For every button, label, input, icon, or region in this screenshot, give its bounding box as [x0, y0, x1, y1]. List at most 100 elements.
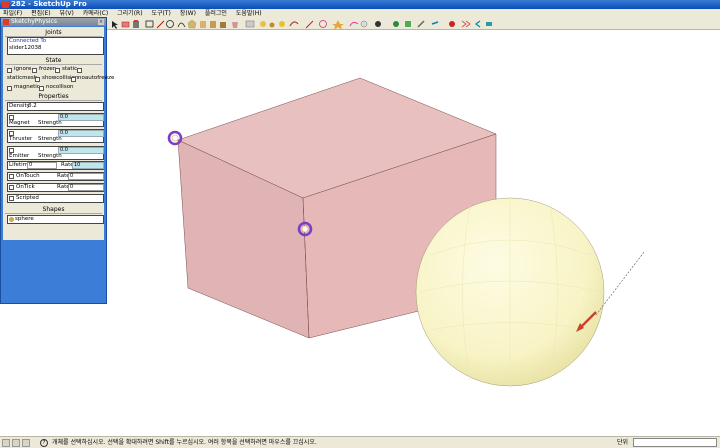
frozen-label: frozen: [39, 66, 57, 72]
density-label: Density: [9, 103, 30, 109]
front-view-icon[interactable]: [461, 20, 471, 28]
pan-icon[interactable]: [375, 21, 381, 27]
static-label: static: [62, 66, 78, 72]
density-row: Density 0.2: [7, 102, 104, 111]
panel-app-icon: [3, 19, 9, 25]
menu-view[interactable]: 뷰(V): [60, 10, 74, 17]
ignore-label: ignore: [14, 66, 32, 72]
menu-plugins[interactable]: 플러그인: [205, 10, 227, 17]
nocollison-label: nocollison: [46, 84, 74, 90]
ontouch-rate-input[interactable]: 0: [68, 173, 104, 180]
ontick-rate-input[interactable]: 0: [68, 184, 104, 191]
offset-icon[interactable]: [269, 22, 275, 28]
iso-view-icon[interactable]: [431, 21, 439, 25]
circle-icon[interactable]: [166, 20, 174, 28]
ontouch-checkbox[interactable]: [9, 174, 14, 179]
ignore-checkbox[interactable]: [7, 68, 12, 73]
static-checkbox[interactable]: [55, 68, 60, 73]
connected-to-value: slider12038: [9, 45, 42, 51]
eraser-icon[interactable]: [121, 21, 130, 28]
joint-ring-icon[interactable]: [167, 130, 183, 146]
arc-icon[interactable]: [177, 22, 186, 28]
panel-title-bar: SketchyPhysics ×: [1, 18, 106, 26]
scene[interactable]: [0, 30, 720, 436]
divider: [5, 64, 102, 65]
freehand-icon[interactable]: [200, 21, 206, 28]
rectangle-icon[interactable]: [145, 20, 154, 28]
orbit-icon[interactable]: [360, 20, 368, 28]
zoom-window-icon[interactable]: [405, 21, 411, 27]
axes-icon[interactable]: [332, 20, 344, 30]
sketchup-app-icon: [2, 1, 9, 8]
status-control-3[interactable]: [22, 439, 30, 447]
move-icon[interactable]: [210, 21, 216, 28]
sphere-component[interactable]: [415, 197, 605, 387]
emitter-strength-input[interactable]: 0.0: [58, 147, 104, 154]
tape-icon[interactable]: [279, 21, 285, 27]
noautofreeze-checkbox[interactable]: [71, 77, 76, 82]
back-view-icon[interactable]: [486, 22, 492, 26]
right-view-icon[interactable]: [475, 20, 481, 28]
staticmesh-label: staticmesh: [7, 75, 38, 81]
thruster-row: Thruster Strength 0.0: [7, 129, 104, 143]
density-input[interactable]: 0.2: [28, 103, 37, 110]
paint-icon[interactable]: [133, 20, 139, 28]
status-control-2[interactable]: [12, 439, 20, 447]
menu-file[interactable]: 파일(F): [3, 10, 22, 17]
top-view-icon[interactable]: [449, 21, 455, 27]
menu-draw[interactable]: 그리기(R): [117, 10, 142, 17]
nocollison-checkbox[interactable]: [39, 86, 44, 91]
emitter-strength-label: Strength: [38, 153, 62, 159]
menu-window[interactable]: 창(W): [180, 10, 196, 17]
showcollision-checkbox[interactable]: [35, 77, 40, 82]
static-extra-checkbox[interactable]: [77, 68, 82, 73]
sphere-shape-icon: [9, 217, 14, 222]
title-bar: 282 - SketchUp Pro: [0, 0, 720, 9]
select-icon[interactable]: [112, 21, 118, 29]
magnetic-checkbox[interactable]: [7, 86, 12, 91]
magnet-strength-input[interactable]: 0.0: [58, 114, 104, 121]
lifetime-input[interactable]: 0: [27, 162, 57, 169]
text-icon[interactable]: [319, 20, 327, 28]
pushpull-icon[interactable]: [220, 22, 226, 28]
shape-select[interactable]: sphere: [7, 215, 104, 224]
modeling-viewport[interactable]: [0, 30, 720, 436]
zoom-icon[interactable]: [393, 21, 399, 27]
close-icon[interactable]: ×: [98, 19, 104, 25]
shape-value: sphere: [15, 216, 34, 222]
emitter-label: Emitter: [9, 153, 30, 159]
followme-icon[interactable]: [245, 20, 255, 28]
status-control-1[interactable]: [2, 439, 10, 447]
shapes-heading: Shapes: [42, 206, 65, 213]
panel-title: SketchyPhysics: [11, 18, 57, 25]
lifetime-rate-input[interactable]: 10: [72, 162, 104, 169]
3dtext-icon[interactable]: [349, 21, 359, 27]
dimension-icon[interactable]: [289, 21, 299, 27]
zoom-extents-icon[interactable]: [417, 20, 425, 28]
help-icon[interactable]: ?: [40, 439, 48, 447]
scripted-row: Scripted: [7, 194, 104, 203]
measurement-input[interactable]: [633, 438, 717, 447]
ontouch-label: OnTouch: [16, 173, 40, 179]
panel-body: Joints Connected To slider12038 State ig…: [3, 27, 114, 240]
scale-icon[interactable]: [260, 21, 266, 27]
polygon-icon[interactable]: [187, 19, 197, 29]
thruster-strength-input[interactable]: 0.0: [58, 130, 104, 137]
sketchyphysics-panel: SketchyPhysics × Joints Connected To sli…: [0, 17, 114, 304]
thruster-label: Thruster: [9, 136, 33, 142]
menu-help[interactable]: 도움말(H): [236, 10, 262, 17]
rotate-icon[interactable]: [232, 22, 238, 28]
magnetic-label: magnetic: [14, 84, 40, 90]
lifetime-row: Lifetime 0 Rate 10: [7, 161, 104, 170]
menu-tools[interactable]: 도구(T): [151, 10, 170, 17]
protractor-icon[interactable]: [305, 20, 314, 29]
scripted-checkbox[interactable]: [9, 196, 14, 201]
line-icon[interactable]: [156, 20, 165, 29]
divider: [5, 213, 102, 214]
frozen-checkbox[interactable]: [32, 68, 37, 73]
menu-camera[interactable]: 카메라(C): [83, 10, 108, 17]
menu-edit[interactable]: 편집(E): [31, 10, 51, 17]
ontick-checkbox[interactable]: [9, 185, 14, 190]
scripted-label: Scripted: [16, 195, 39, 201]
connected-to-box[interactable]: Connected To slider12038: [7, 37, 104, 55]
